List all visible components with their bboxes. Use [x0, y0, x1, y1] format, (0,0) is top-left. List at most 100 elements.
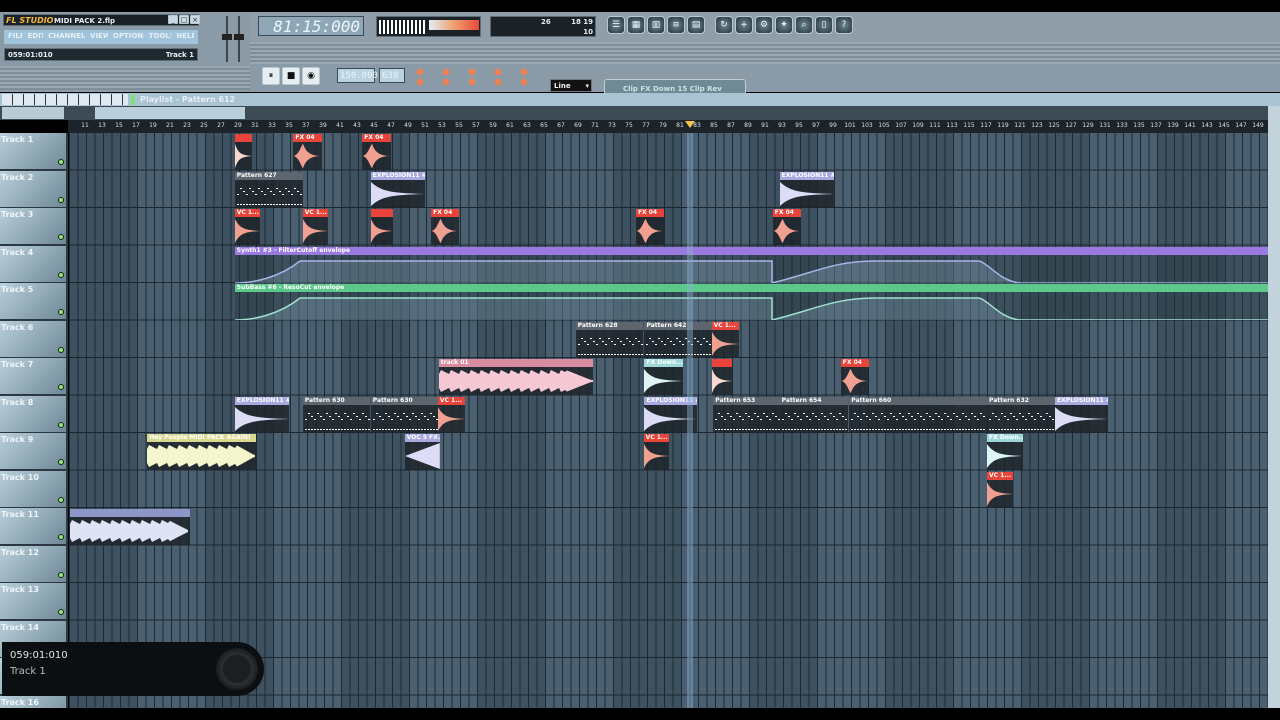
track-header[interactable]: Track 2 — [0, 170, 66, 208]
help-icon[interactable]: ? — [835, 16, 853, 34]
audio-clip[interactable]: EXPLOSION11 #2 — [1055, 396, 1108, 433]
menu-file[interactable]: FILE — [8, 32, 22, 42]
audio-clip[interactable]: VC 1... — [711, 321, 739, 358]
playlist-icon[interactable]: ☰ — [607, 16, 625, 34]
track-mute-led-icon[interactable] — [58, 459, 64, 465]
audio-clip[interactable] — [711, 359, 732, 395]
channel-settings-icon[interactable]: ⚙ — [755, 16, 773, 34]
record-button[interactable]: ◉ — [302, 67, 320, 85]
playlist-view-buttons[interactable] — [2, 107, 64, 119]
pattern-clip[interactable]: Pattern 642 — [644, 321, 712, 358]
track-header[interactable]: Track 5 — [0, 283, 66, 320]
track-mute-led-icon[interactable] — [58, 159, 64, 165]
audio-clip[interactable]: EXPLOSION11 #2 — [779, 171, 834, 208]
audio-clip[interactable]: FX 04 — [772, 209, 801, 245]
vertical-scrollbar[interactable] — [1268, 106, 1280, 708]
automation-clip[interactable]: SubBass #6 - ResoCut envelope — [234, 284, 1268, 320]
pattern-clip[interactable]: Pattern 653 — [713, 396, 781, 433]
undo-icon[interactable]: ↻ — [715, 16, 733, 34]
menu-options[interactable]: OPTIONS — [113, 32, 144, 42]
master-volume-pitch-sliders[interactable] — [222, 16, 246, 64]
track-mute-led-icon[interactable] — [58, 234, 64, 240]
audio-clip[interactable]: track 01 — [438, 359, 594, 395]
audio-clip[interactable]: EXPLOSION11 #2 — [234, 396, 290, 433]
horizontal-scrollbar[interactable] — [95, 107, 245, 119]
track-header[interactable]: Track 16 — [0, 695, 66, 708]
track-header[interactable]: Track 11 — [0, 508, 66, 545]
track-mute-led-icon[interactable] — [58, 346, 64, 353]
browser-icon[interactable]: ≡ — [667, 16, 685, 34]
audio-clip[interactable]: FX 04 — [635, 209, 664, 245]
track-mute-led-icon[interactable] — [58, 309, 64, 315]
menu-edit[interactable]: EDIT — [27, 32, 43, 42]
track-header[interactable]: Track 10 — [0, 470, 66, 508]
audio-clip[interactable]: FX Down... — [987, 434, 1023, 470]
track-header[interactable]: Track 9 — [0, 433, 66, 470]
audio-clip[interactable] — [234, 134, 252, 170]
automation-clip[interactable]: Synth1 #3 - FilterCutoff envelope — [234, 246, 1268, 283]
recording-options[interactable] — [415, 68, 545, 86]
audio-clip[interactable]: VC 1... — [987, 471, 1013, 508]
mixer-icon[interactable]: ▤ — [687, 16, 705, 34]
track-mute-led-icon[interactable] — [58, 196, 64, 203]
audio-clip[interactable]: VC 1... — [437, 396, 466, 433]
notes-icon[interactable]: ▯ — [815, 16, 833, 34]
track-header[interactable]: Track 8 — [0, 395, 66, 433]
pattern-clip[interactable]: Pattern 630 — [302, 396, 370, 433]
audio-clip[interactable] — [370, 209, 393, 245]
recording-icon[interactable]: ⌕ — [795, 16, 813, 34]
close-button[interactable]: × — [190, 15, 200, 24]
track-mute-led-icon[interactable] — [58, 384, 64, 390]
track-mute-led-icon[interactable] — [58, 571, 64, 578]
minimize-button[interactable]: _ — [168, 15, 178, 24]
track-header[interactable]: Track 6 — [0, 320, 66, 358]
pattern-number-display[interactable]: 638 — [379, 68, 405, 83]
track-header[interactable]: Track 1 — [0, 133, 66, 170]
playlist-tools[interactable] — [2, 94, 128, 105]
audio-clip[interactable]: VC 1... — [234, 209, 261, 245]
audio-clip[interactable] — [69, 509, 190, 545]
snap-select[interactable]: Line ▾ — [550, 79, 592, 92]
track-mute-led-icon[interactable] — [58, 534, 64, 540]
plugin-icon[interactable]: ✦ — [775, 16, 793, 34]
menu-channels[interactable]: CHANNELS — [48, 32, 85, 42]
audio-clip[interactable]: VC 1... — [643, 434, 670, 470]
timeline-ruler[interactable]: 11 13 15 17 19 21 23 25 27 29 31 33 35 37 39 41 43 45 47 49… — [68, 120, 1268, 133]
audio-clip[interactable]: FX 04 — [431, 209, 460, 245]
add-channel-icon[interactable]: + — [735, 16, 753, 34]
track-mute-led-icon[interactable] — [58, 496, 64, 503]
track-header[interactable]: Track 7 — [0, 358, 66, 395]
audio-clip[interactable]: FX 04 — [840, 359, 869, 395]
pattern-clip[interactable]: Pattern 654 — [779, 396, 849, 433]
audio-clip[interactable]: FX 04 — [362, 134, 392, 170]
pattern-clip[interactable]: Pattern 632 — [987, 396, 1055, 433]
pattern-clip[interactable]: Pattern 660 — [849, 396, 987, 433]
audio-clip[interactable]: EXPLOSION11 #2 — [370, 171, 426, 208]
audio-clip[interactable]: Hey People MIDI PACK AGAIN! — [147, 434, 256, 470]
pause-button[interactable]: ⏸ — [262, 67, 280, 85]
song-position-display[interactable]: 81:15:000 — [258, 16, 364, 36]
stop-button[interactable]: ■ — [282, 67, 300, 85]
playhead[interactable] — [686, 133, 693, 708]
track-mute-led-icon[interactable] — [58, 609, 64, 615]
menu-tools[interactable]: TOOLS — [149, 32, 172, 42]
pattern-clip[interactable]: Pattern 630 — [370, 396, 438, 433]
playlist-grid[interactable]: FX 04 FX 04 Pattern 627 EXPLOSION11 #2 EXPLO… — [69, 133, 1268, 708]
track-header[interactable]: Track 12 — [0, 545, 66, 583]
audio-clip[interactable]: FX 04 — [293, 134, 323, 170]
audio-clip[interactable]: VC 1... — [302, 209, 329, 245]
track-mute-led-icon[interactable] — [58, 271, 64, 278]
tempo-display[interactable]: 150.000 — [337, 68, 378, 83]
audio-clip[interactable]: FX Down... — [644, 359, 683, 395]
track-header[interactable]: Track 4 — [0, 245, 66, 283]
track-header[interactable]: Track 13 — [0, 583, 66, 620]
audio-clip[interactable]: VOC 5 FX... — [404, 434, 440, 470]
track-header[interactable]: Track 3 — [0, 208, 66, 245]
menu-view[interactable]: VIEW — [90, 32, 108, 42]
piano-roll-icon[interactable]: ▥ — [647, 16, 665, 34]
step-sequencer-icon[interactable]: ▦ — [627, 16, 645, 34]
pattern-clip[interactable]: Pattern 627 — [234, 171, 303, 208]
menu-help[interactable]: HELP — [176, 32, 194, 42]
track-mute-led-icon[interactable] — [58, 421, 64, 428]
playhead-marker-icon[interactable] — [684, 121, 695, 128]
